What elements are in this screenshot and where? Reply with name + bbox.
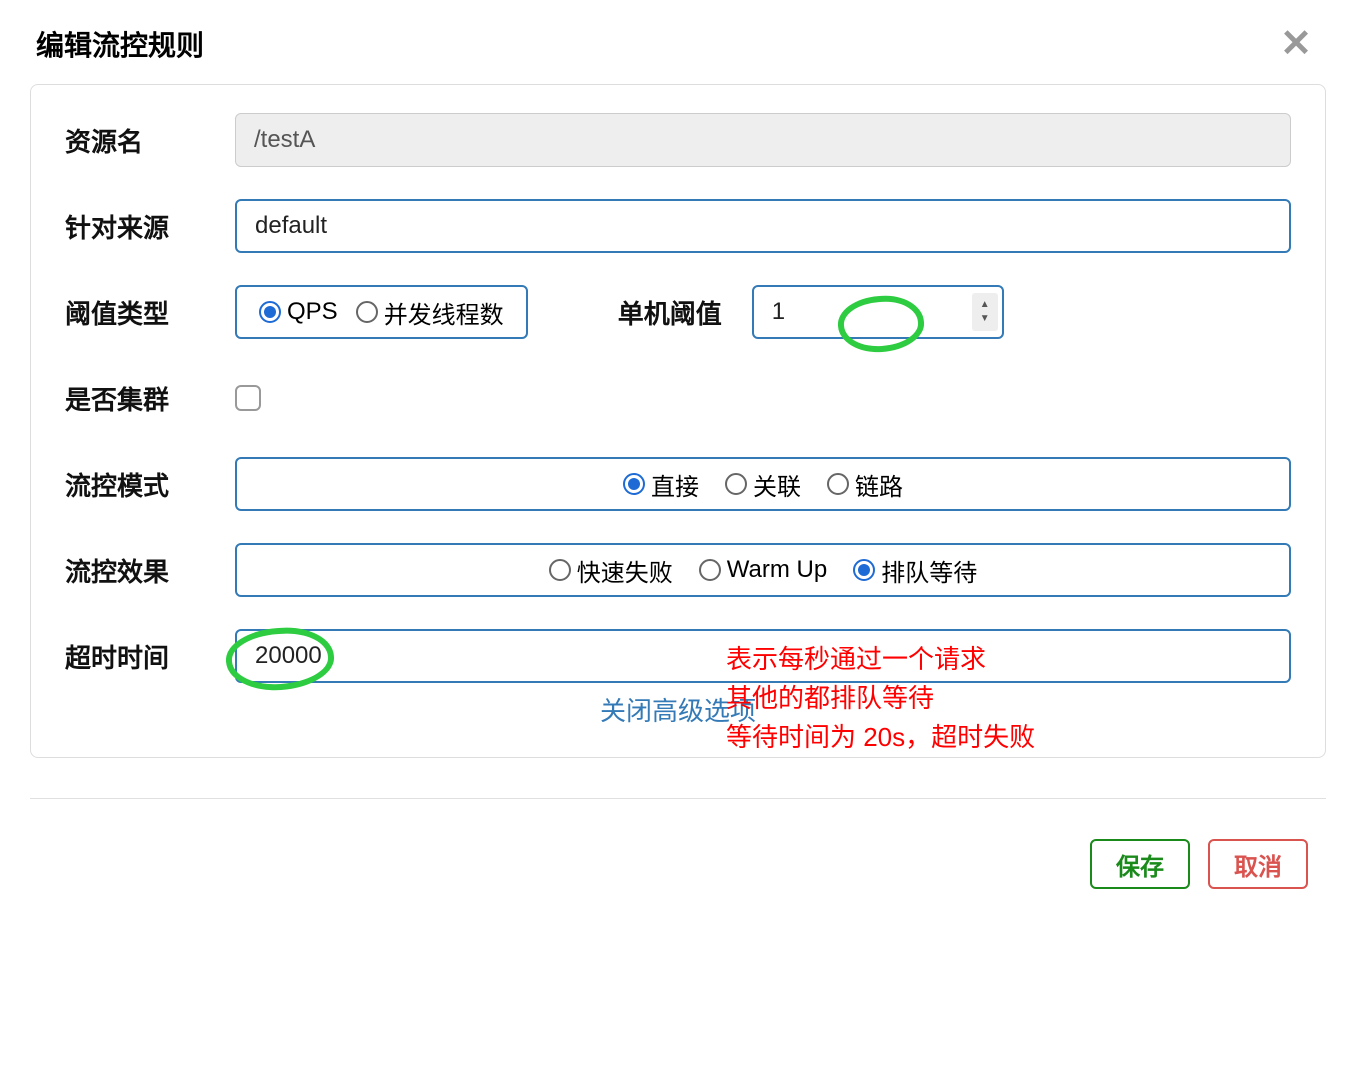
row-threshold-type: 阈值类型 QPS 并发线程数 单机阈值 ▲ [65, 285, 1291, 339]
modal-header: 编辑流控规则 ✕ [0, 0, 1356, 84]
threshold-spinner: ▲ ▼ [972, 293, 998, 331]
radio-chain-icon [827, 473, 849, 495]
radio-queue[interactable]: 排队等待 [853, 553, 977, 588]
flow-mode-radio-group: 直接 关联 链路 [235, 457, 1291, 511]
radio-relate-label: 关联 [753, 467, 801, 502]
save-button[interactable]: 保存 [1090, 839, 1190, 889]
label-flow-mode: 流控模式 [65, 466, 235, 503]
row-flow-effect: 流控效果 快速失败 Warm Up 排队等待 [65, 543, 1291, 597]
radio-warm-up-label: Warm Up [727, 556, 827, 584]
label-flow-effect: 流控效果 [65, 552, 235, 589]
radio-chain[interactable]: 链路 [827, 467, 903, 502]
radio-fail-fast-label: 快速失败 [577, 553, 673, 588]
modal-footer: 保存 取消 [0, 799, 1356, 919]
radio-chain-label: 链路 [855, 467, 903, 502]
threshold-type-radio-group: QPS 并发线程数 [235, 285, 528, 339]
modal-title: 编辑流控规则 [36, 24, 204, 64]
label-cluster: 是否集群 [65, 380, 235, 417]
label-single-threshold: 单机阈值 [618, 294, 722, 331]
label-timeout: 超时时间 [65, 638, 235, 675]
spinner-down-icon[interactable]: ▼ [980, 312, 990, 326]
spinner-up-icon[interactable]: ▲ [980, 298, 990, 312]
label-threshold-type: 阈值类型 [65, 294, 235, 331]
label-limit-app: 针对来源 [65, 208, 235, 245]
radio-fail-fast[interactable]: 快速失败 [549, 553, 673, 588]
flow-effect-radio-group: 快速失败 Warm Up 排队等待 [235, 543, 1291, 597]
radio-relate[interactable]: 关联 [725, 467, 801, 502]
row-flow-mode: 流控模式 直接 关联 链路 [65, 457, 1291, 511]
radio-thread-icon [356, 301, 378, 323]
label-resource-name: 资源名 [65, 122, 235, 159]
annotation-line-1: 表示每秒通过一个请求 [726, 640, 1035, 679]
advanced-link-wrap: 关闭高级选项 [65, 691, 1291, 739]
radio-queue-icon [853, 559, 875, 581]
row-resource-name: 资源名 [65, 113, 1291, 167]
single-threshold-input[interactable] [752, 285, 1004, 339]
radio-thread[interactable]: 并发线程数 [356, 295, 504, 330]
annotation-line-3: 等待时间为 20s，超时失败 [726, 718, 1035, 757]
limit-app-input[interactable] [235, 199, 1291, 253]
radio-direct-label: 直接 [651, 467, 699, 502]
modal-body: 资源名 针对来源 阈值类型 QPS [30, 84, 1326, 758]
radio-qps-icon [259, 301, 281, 323]
row-timeout: 超时时间 [65, 629, 1291, 683]
row-limit-app: 针对来源 [65, 199, 1291, 253]
annotation-text: 表示每秒通过一个请求 其他的都排队等待 等待时间为 20s，超时失败 [726, 640, 1035, 757]
row-cluster: 是否集群 [65, 371, 1291, 425]
annotation-line-2: 其他的都排队等待 [726, 679, 1035, 718]
radio-qps-label: QPS [287, 298, 338, 326]
edit-flow-rule-modal: 编辑流控规则 ✕ 资源名 针对来源 阈值类型 QPS [0, 0, 1356, 919]
radio-direct-icon [623, 473, 645, 495]
radio-fail-fast-icon [549, 559, 571, 581]
close-icon[interactable]: ✕ [1272, 25, 1320, 63]
radio-thread-label: 并发线程数 [384, 295, 504, 330]
resource-name-input [235, 113, 1291, 167]
radio-relate-icon [725, 473, 747, 495]
cluster-checkbox[interactable] [235, 385, 261, 411]
radio-queue-label: 排队等待 [881, 553, 977, 588]
radio-direct[interactable]: 直接 [623, 467, 699, 502]
radio-warm-up[interactable]: Warm Up [699, 556, 827, 584]
radio-warm-up-icon [699, 559, 721, 581]
cancel-button[interactable]: 取消 [1208, 839, 1308, 889]
radio-qps[interactable]: QPS [259, 298, 338, 326]
